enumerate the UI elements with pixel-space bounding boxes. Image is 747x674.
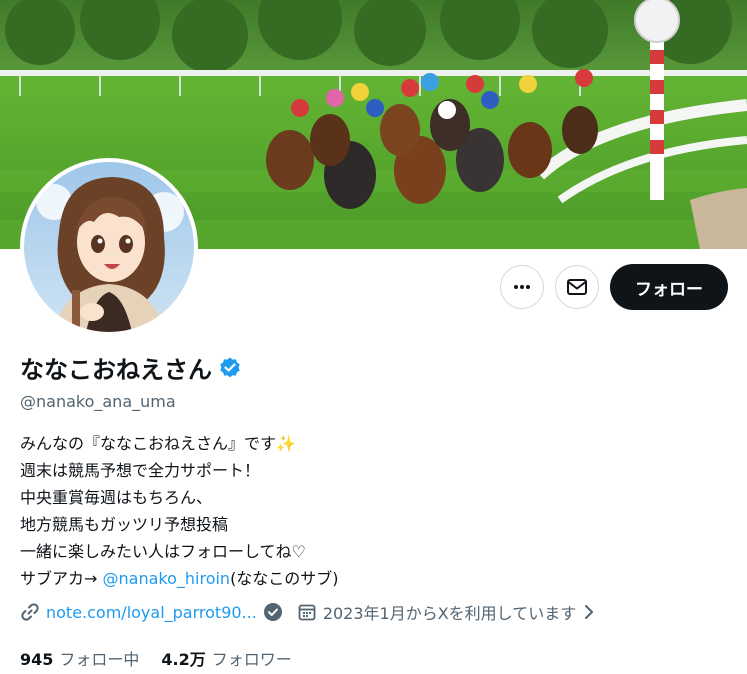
chevron-right-icon[interactable] — [582, 602, 596, 622]
sub-account-mention-link[interactable]: @nanako_hiroin — [103, 569, 231, 588]
sparkles-icon: ✨ — [276, 434, 296, 453]
avatar[interactable] — [20, 158, 198, 336]
profile-meta: note.com/loyal_parrot90... 2023年1月からXを利用… — [20, 600, 596, 624]
verified-badge-icon[interactable] — [218, 356, 242, 380]
following-count: 945 — [20, 650, 54, 669]
bio-line: みんなの『ななこおねえさん』です✨ — [20, 430, 339, 457]
mail-icon — [567, 279, 587, 295]
display-name: ななこおねえさん — [20, 356, 212, 384]
followers-label: フォロワー — [211, 650, 292, 669]
link-verified-icon — [263, 603, 282, 621]
bio-line-6-prefix: サブアカ→ — [20, 569, 103, 588]
joined-item: 2023年1月からXを利用しています — [297, 600, 596, 624]
website-link[interactable]: note.com/loyal_parrot90... — [46, 603, 257, 622]
website-item[interactable]: note.com/loyal_parrot90... — [20, 602, 283, 622]
link-icon — [21, 603, 39, 621]
follow-stats: 945 フォロー中 4.2万 フォロワー — [20, 646, 292, 670]
bio-line: サブアカ→ @nanako_hiroin(ななこのサブ) — [20, 565, 339, 592]
bio-line-5: 一緒に楽しみたい人はフォローしてね♡ — [20, 542, 306, 561]
more-button[interactable] — [500, 265, 544, 309]
message-button[interactable] — [555, 265, 599, 309]
follow-button-label: フォロー — [635, 279, 703, 300]
display-name-row: ななこおねえさん — [20, 350, 242, 385]
calendar-icon — [298, 604, 316, 621]
bio-line-1: みんなの『ななこおねえさん』です — [20, 434, 277, 453]
avatar-image — [24, 162, 194, 332]
bio-line-2: 週末は競馬予想で全力サポート！ — [20, 461, 261, 480]
bio-line-4: 地方競馬もガッツリ予想投稿 — [20, 515, 229, 534]
bio-line-3: 中央重賞毎週はもちろん、 — [20, 488, 213, 507]
follow-button[interactable]: フォロー — [610, 264, 728, 310]
following-label: フォロー中 — [59, 650, 140, 669]
bio: みんなの『ななこおねえさん』です✨ 週末は競馬予想で全力サポート！ 中央重賞毎週… — [20, 430, 339, 592]
followers-count: 4.2万 — [161, 650, 206, 669]
more-icon — [514, 285, 530, 289]
handle: @nanako_ana_uma — [20, 392, 176, 411]
bio-line-6-suffix: (ななこのサブ) — [230, 569, 339, 588]
joined-date: 2023年1月からXを利用しています — [322, 604, 577, 623]
following-stat[interactable]: 945 フォロー中 — [20, 646, 139, 670]
followers-stat[interactable]: 4.2万 フォロワー — [161, 646, 291, 670]
